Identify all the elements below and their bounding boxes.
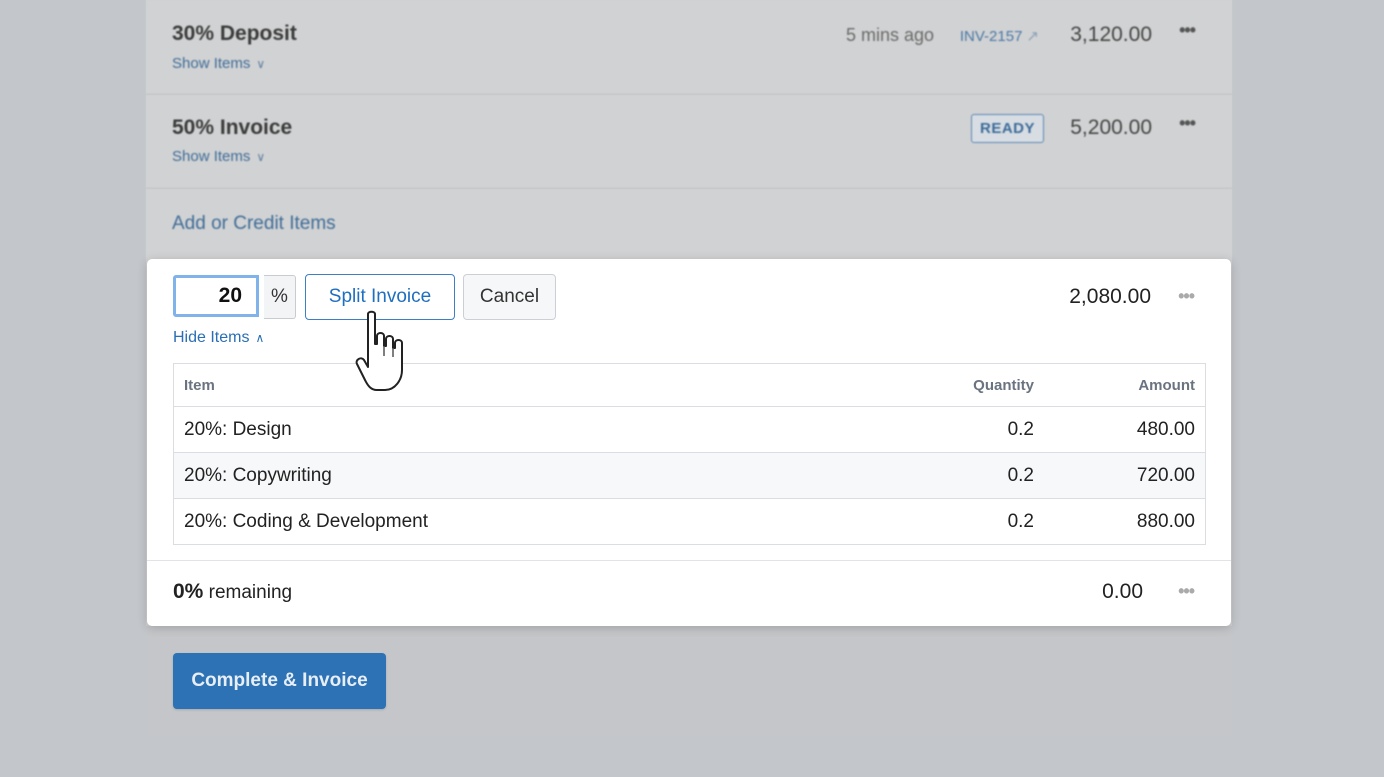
quantity-cell: 0.2 <box>1007 510 1034 532</box>
add-credit-row: Add or Credit Items <box>146 189 1232 259</box>
row-title: 30% Deposit <box>172 22 297 45</box>
show-items-link[interactable]: Show Items ∨ <box>172 148 265 165</box>
timestamp: 5 mins ago <box>845 25 934 45</box>
more-dots-icon[interactable]: ••• <box>1178 286 1195 307</box>
more-dots-icon[interactable]: ••• <box>1179 113 1196 134</box>
invoice-row-invoice[interactable]: 50% Invoice Show Items ∨ READY 5,200.00 •… <box>146 95 1232 189</box>
invoice-link[interactable]: INV-2157 ↗ <box>960 27 1039 45</box>
add-credit-items-link[interactable]: Add or Credit Items <box>172 213 336 235</box>
remaining-percent: 0% <box>173 580 204 603</box>
invoice-row-deposit[interactable]: 30% Deposit Show Items ∨ 5 mins ago INV-2… <box>146 0 1232 95</box>
items-table: Item Quantity Amount 20%: Design 0.2 480… <box>173 363 1206 545</box>
chevron-down-icon: ∨ <box>256 57 266 71</box>
divider <box>147 560 1231 561</box>
column-header-amount: Amount <box>1044 363 1206 407</box>
table-row: 20%: Coding & Development 0.2 880.00 <box>174 499 1206 545</box>
row-amount: 3,120.00 <box>1070 23 1152 46</box>
quantity-cell: 0.2 <box>874 406 1044 453</box>
show-items-label: Show Items <box>172 148 251 165</box>
row-amount: 5,200.00 <box>1070 116 1152 139</box>
item-cell: 20%: Design <box>173 406 874 453</box>
remaining-label: remaining <box>208 582 293 603</box>
more-dots-icon[interactable]: ••• <box>1178 581 1195 602</box>
chevron-down-icon: ∨ <box>256 150 266 164</box>
quantity-cell: 0.2 <box>874 452 1044 499</box>
row-title: 50% Invoice <box>172 116 293 139</box>
remaining-summary: 0% remaining <box>173 580 292 604</box>
column-header-item: Item <box>173 363 874 407</box>
show-items-link[interactable]: Show Items ∨ <box>172 55 265 72</box>
hand-pointer-icon <box>355 310 403 391</box>
table-row: 20%: Design 0.2 480.00 <box>173 406 1206 453</box>
table-row: 20%: Copywriting 0.2 720.00 <box>173 452 1206 499</box>
item-cell: 20%: Coding & Development <box>184 510 428 532</box>
percent-addon: % <box>264 275 296 319</box>
more-dots-icon[interactable]: ••• <box>1179 20 1196 41</box>
chevron-up-icon: ∧ <box>255 331 265 345</box>
remaining-amount: 0.00 <box>1102 580 1143 603</box>
external-link-icon: ↗ <box>1026 28 1039 45</box>
hide-items-label: Hide Items <box>173 329 250 346</box>
table-header-row: Item Quantity Amount <box>173 363 1206 407</box>
percent-input[interactable] <box>173 275 259 317</box>
amount-cell: 880.00 <box>1136 510 1195 532</box>
status-badge: READY <box>970 114 1044 143</box>
amount-cell: 720.00 <box>1044 452 1206 499</box>
show-items-label: Show Items <box>172 55 251 72</box>
split-invoice-card: % Split Invoice Cancel 2,080.00 ••• Hide… <box>147 259 1231 626</box>
amount-cell: 480.00 <box>1044 406 1206 453</box>
invoice-link-label: INV-2157 <box>959 28 1023 45</box>
item-cell: 20%: Copywriting <box>173 452 874 499</box>
complete-invoice-button[interactable]: Complete & Invoice <box>173 653 386 709</box>
cancel-button[interactable]: Cancel <box>463 274 556 320</box>
split-amount: 2,080.00 <box>1069 285 1151 308</box>
column-header-quantity: Quantity <box>874 363 1044 407</box>
hide-items-link[interactable]: Hide Items ∧ <box>173 329 264 347</box>
